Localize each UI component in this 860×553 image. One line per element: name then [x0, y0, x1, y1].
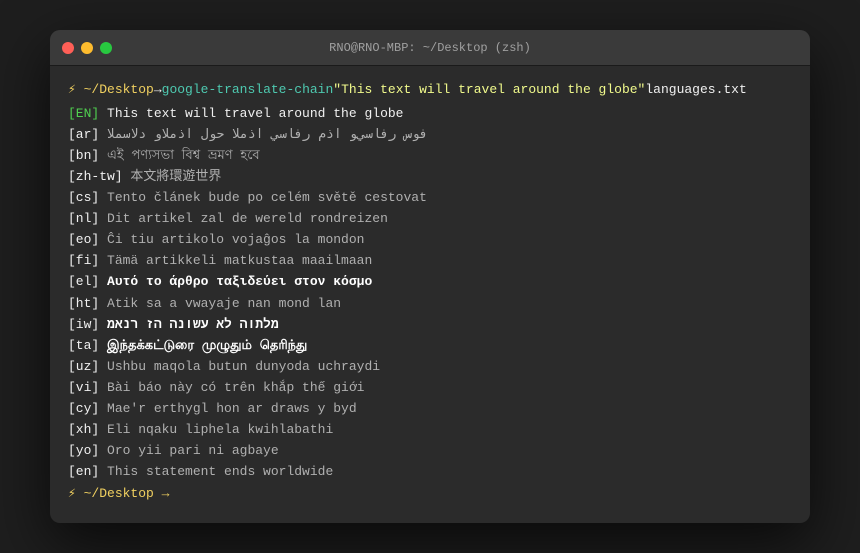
bottom-prompt-text: ⚡ ~/Desktop →	[68, 484, 169, 505]
output-line-3: [zh-tw] 本文將環遊世界	[68, 166, 792, 187]
command-line: ⚡ ~/Desktop → google-translate-chain "Th…	[68, 80, 792, 101]
prompt-prefix: ⚡ ~/Desktop	[68, 80, 154, 101]
command-name: google-translate-chain	[162, 80, 334, 101]
output-line-11: [ta] இந்தக்கட்டுரை முழுதும் தெரிந்து	[68, 335, 792, 356]
minimize-button[interactable]	[81, 42, 93, 54]
maximize-button[interactable]	[100, 42, 112, 54]
output-line-7: [fi] Tämä artikkeli matkustaa maailmaan	[68, 250, 792, 271]
output-line-8: [el] Αυτό το άρθρο ταξιδεύει στον κόσμο	[68, 271, 792, 292]
output-line-5: [nl] Dit artikel zal de wereld rondreize…	[68, 208, 792, 229]
command-file: languages.txt	[645, 80, 746, 101]
output-line-16: [yo] Oro yii pari ni agbaye	[68, 440, 792, 461]
output-line-12: [uz] Ushbu maqola butun dunyoda uchraydi	[68, 356, 792, 377]
output-line-1: [ar] فوس رفاسيﻮ اذم رفاسي اذملا حول اذمل…	[68, 124, 792, 145]
output-line-6: [eo] Ĉi tiu artikolo vojaĝos la mondon	[68, 229, 792, 250]
command-quoted-arg: "This text will travel around the globe"	[333, 80, 645, 101]
bottom-prompt: ⚡ ~/Desktop →	[68, 484, 792, 505]
output-line-9: [ht] Atik sa a vwayaje nan mond lan	[68, 293, 792, 314]
output-line-4: [cs] Tento článek bude po celém světě ce…	[68, 187, 792, 208]
close-button[interactable]	[62, 42, 74, 54]
window-title: RNO@RNO-MBP: ~/Desktop (zsh)	[329, 41, 531, 55]
terminal-body[interactable]: ⚡ ~/Desktop → google-translate-chain "Th…	[50, 66, 810, 522]
traffic-lights	[62, 42, 112, 54]
output-line-0: [EN] This text will travel around the gl…	[68, 103, 792, 124]
terminal-window: RNO@RNO-MBP: ~/Desktop (zsh) ⚡ ~/Desktop…	[50, 30, 810, 522]
output-line-15: [xh] Eli nqaku liphela kwihlabathi	[68, 419, 792, 440]
output-line-14: [cy] Mae'r erthygl hon ar draws y byd	[68, 398, 792, 419]
output-line-10: [iw] מלתוה לא עשונה הז רנאמ	[68, 314, 792, 335]
output-line-13: [vi] Bài báo này có trên khắp thế giới	[68, 377, 792, 398]
titlebar: RNO@RNO-MBP: ~/Desktop (zsh)	[50, 30, 810, 66]
output-line-17: [en] This statement ends worldwide	[68, 461, 792, 482]
output-line-2: [bn] এই পণ্যসভা বিশ্ব ভ্রমণ হবে	[68, 145, 792, 166]
prompt-arrow: →	[154, 80, 162, 101]
